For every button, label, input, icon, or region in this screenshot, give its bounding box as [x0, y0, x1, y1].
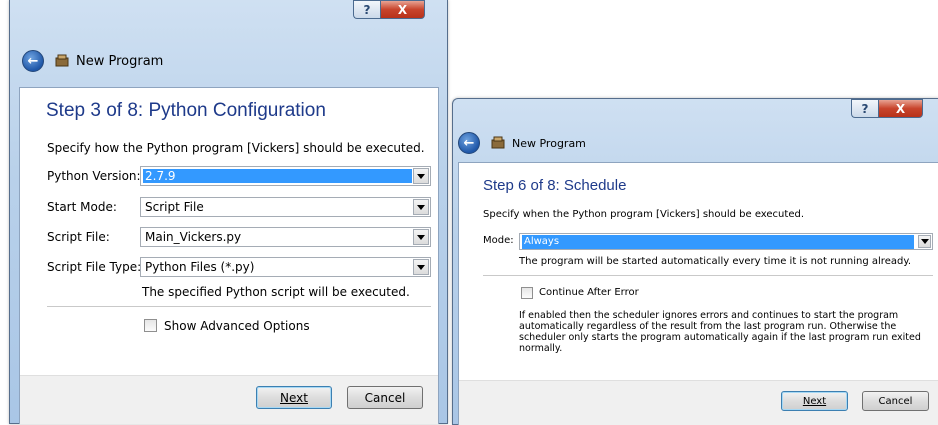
- next-label: Next: [280, 390, 308, 405]
- script-file-select[interactable]: Main_Vickers.py: [140, 227, 431, 247]
- script-file-type-label: Script File Type:: [47, 260, 142, 274]
- close-button[interactable]: X: [878, 99, 923, 118]
- python-version-select[interactable]: 2.7.9: [140, 166, 431, 186]
- nav-bar: ← New Program: [458, 132, 938, 154]
- start-mode-value: Script File: [145, 200, 204, 214]
- description-line: automatically regardless of the result f…: [519, 321, 897, 332]
- back-button[interactable]: ←: [458, 132, 480, 154]
- continue-after-error-label[interactable]: Continue After Error: [539, 287, 639, 298]
- start-mode-label: Start Mode:: [47, 200, 117, 214]
- wizard-window-left: ? X ← New Program Step 3 of 8: Python Co…: [9, 0, 448, 424]
- back-arrow-icon: ←: [463, 135, 475, 151]
- dropdown-arrow-icon[interactable]: [413, 168, 429, 184]
- description-text: Specify how the Python program [Vickers]…: [47, 141, 425, 155]
- window-title: New Program: [76, 53, 164, 69]
- script-file-type-select[interactable]: Python Files (*.py): [140, 257, 431, 277]
- cancel-button[interactable]: Cancel: [862, 391, 929, 411]
- mode-value: Always: [522, 235, 914, 249]
- title-bar[interactable]: ? X: [453, 99, 938, 127]
- button-bar: Next Cancel: [459, 380, 938, 425]
- nav-bar: ← New Program: [22, 50, 447, 72]
- continue-description: If enabled then the scheduler ignores er…: [519, 310, 921, 354]
- wizard-window-right: ? X ← New Program Step 6 of 8: Schedule …: [452, 98, 938, 425]
- button-bar: Next Cancel: [20, 375, 438, 424]
- cancel-label: Cancel: [878, 395, 913, 407]
- wizard-body: Step 6 of 8: Schedule Specify when the P…: [458, 162, 938, 425]
- close-icon: X: [397, 2, 408, 17]
- back-button[interactable]: ←: [22, 50, 44, 72]
- cancel-label: Cancel: [364, 390, 406, 405]
- app-icon: [55, 54, 69, 67]
- help-button[interactable]: ?: [353, 0, 380, 19]
- description-line: normally.: [519, 343, 563, 354]
- start-mode-select[interactable]: Script File: [140, 197, 431, 217]
- hint-text: The specified Python script will be exec…: [142, 285, 410, 299]
- python-version-label: Python Version:: [47, 169, 141, 183]
- step-title: Step 6 of 8: Schedule: [483, 177, 627, 194]
- description-line: If enabled then the scheduler ignores er…: [519, 310, 899, 321]
- divider: [483, 275, 933, 276]
- dropdown-arrow-icon[interactable]: [413, 229, 429, 245]
- next-button[interactable]: Next: [781, 391, 848, 411]
- python-version-value: 2.7.9: [143, 169, 412, 183]
- title-bar[interactable]: ? X: [10, 0, 447, 28]
- mode-label: Mode:: [483, 235, 514, 246]
- step-title: Step 3 of 8: Python Configuration: [46, 100, 326, 121]
- continue-after-error-checkbox[interactable]: [521, 287, 533, 299]
- help-icon: ?: [861, 101, 869, 116]
- dropdown-arrow-icon[interactable]: [413, 259, 429, 275]
- back-arrow-icon: ←: [27, 53, 39, 69]
- script-file-label: Script File:: [47, 230, 110, 244]
- close-icon: X: [895, 101, 906, 116]
- help-icon: ?: [363, 2, 371, 17]
- description-text: Specify when the Python program [Vickers…: [483, 209, 804, 220]
- wizard-body: Step 3 of 8: Python Configuration Specif…: [19, 87, 439, 424]
- next-button[interactable]: Next: [256, 386, 332, 409]
- script-file-value: Main_Vickers.py: [145, 230, 242, 244]
- description-line: scheduler only starts the program automa…: [519, 332, 921, 343]
- help-button[interactable]: ?: [851, 99, 878, 118]
- mode-hint-text: The program will be started automaticall…: [519, 256, 912, 267]
- dropdown-arrow-icon[interactable]: [413, 199, 429, 215]
- app-icon: [491, 136, 505, 149]
- script-file-type-value: Python Files (*.py): [145, 260, 255, 274]
- next-label: Next: [802, 395, 827, 407]
- divider: [47, 306, 431, 307]
- show-advanced-label[interactable]: Show Advanced Options: [164, 319, 310, 333]
- show-advanced-checkbox[interactable]: [144, 319, 157, 332]
- mode-select[interactable]: Always: [519, 233, 933, 250]
- cancel-button[interactable]: Cancel: [347, 386, 423, 409]
- close-button[interactable]: X: [380, 0, 425, 19]
- window-title: New Program: [512, 136, 586, 150]
- dropdown-arrow-icon[interactable]: [918, 235, 931, 248]
